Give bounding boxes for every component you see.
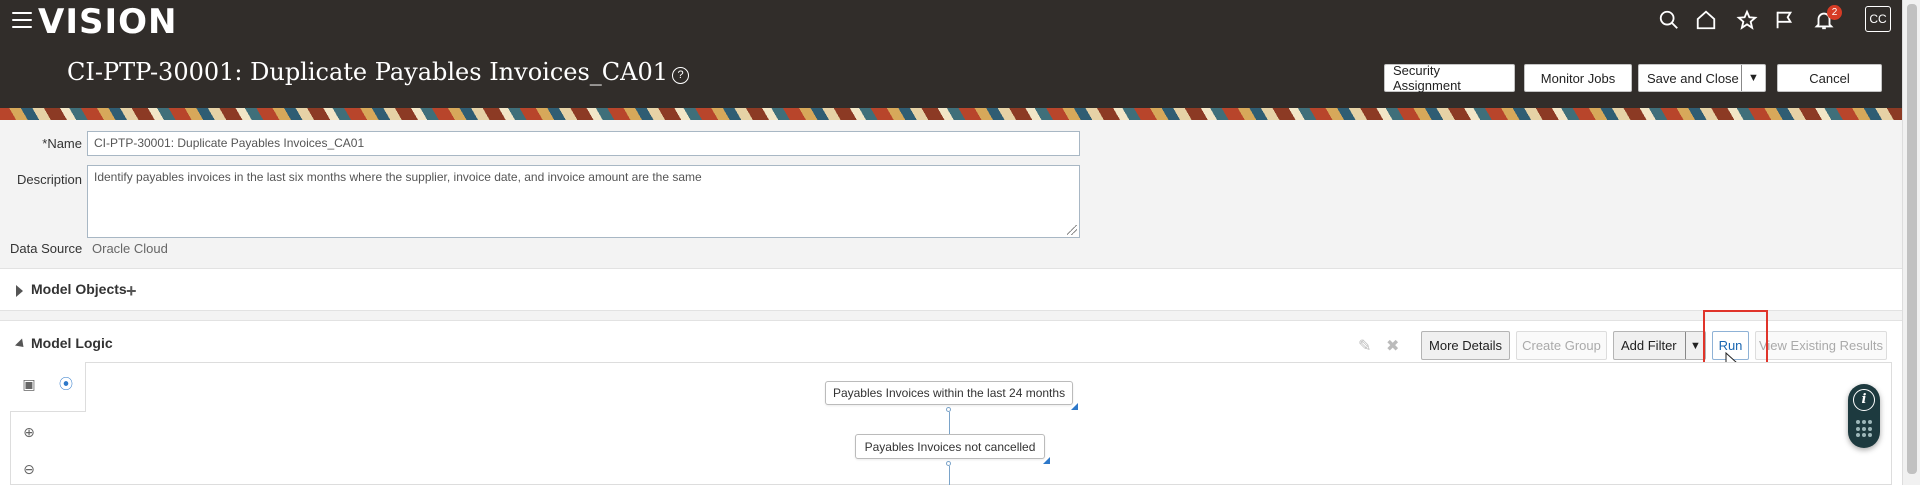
chevron-down-icon[interactable]: ▼ <box>1741 65 1765 91</box>
info-widget[interactable]: i <box>1848 384 1880 448</box>
canvas-toolbar: ▣ ⦿ <box>10 362 86 412</box>
view-existing-results-button[interactable]: View Existing Results <box>1755 331 1887 360</box>
chevron-down-icon[interactable]: ▼ <box>1685 332 1705 359</box>
resize-handle-icon[interactable] <box>1067 225 1077 235</box>
name-label-text: Name <box>47 136 82 151</box>
cancel-button[interactable]: Cancel <box>1777 64 1882 92</box>
node-corner-marker <box>1043 457 1050 464</box>
apps-grid-icon[interactable] <box>1856 420 1872 438</box>
save-and-close-split-button[interactable]: Save and Close ▼ <box>1638 64 1766 92</box>
monitor-jobs-button[interactable]: Monitor Jobs <box>1524 64 1632 92</box>
description-label: Description <box>16 172 82 187</box>
more-details-button[interactable]: More Details <box>1421 331 1510 360</box>
collapse-icon[interactable] <box>14 338 28 351</box>
delete-x-icon[interactable]: ✖ <box>1386 336 1399 356</box>
page: VISION 2 CC CI-PTP-30001: Duplicate Paya… <box>0 0 1920 485</box>
filter-node[interactable]: Payables Invoices not cancelled <box>855 434 1050 464</box>
data-source-value: Oracle Cloud <box>92 241 168 256</box>
save-and-close-label[interactable]: Save and Close <box>1639 71 1739 86</box>
data-source-label: Data Source <box>10 241 83 256</box>
bell-icon[interactable]: 2 <box>1812 5 1842 32</box>
help-icon[interactable]: ? <box>672 67 689 84</box>
security-assignment-button[interactable]: Security Assignment <box>1384 63 1515 93</box>
zoom-out-icon[interactable]: ⊖ <box>20 460 38 478</box>
app-logo[interactable]: VISION <box>38 2 177 42</box>
header-bar: VISION 2 CC CI-PTP-30001: Duplicate Paya… <box>0 0 1902 120</box>
node-connector <box>949 466 950 485</box>
add-filter-label[interactable]: Add Filter <box>1614 338 1677 353</box>
search-icon[interactable] <box>1657 8 1681 32</box>
node-label: Payables Invoices not cancelled <box>864 439 1036 454</box>
home-icon[interactable] <box>1694 8 1718 32</box>
zoom-in-icon[interactable]: ⊕ <box>20 423 38 441</box>
node-connector <box>949 412 950 434</box>
info-icon[interactable]: i <box>1853 389 1875 411</box>
flag-icon[interactable] <box>1772 8 1796 32</box>
name-label: *Name <box>30 136 82 151</box>
notification-badge: 2 <box>1827 5 1842 20</box>
create-group-button[interactable]: Create Group <box>1516 331 1607 360</box>
add-filter-split-button[interactable]: Add Filter ▼ <box>1613 331 1706 360</box>
model-logic-title[interactable]: Model Logic <box>31 335 113 351</box>
page-title: CI-PTP-30001: Duplicate Payables Invoice… <box>67 58 669 86</box>
vertical-scrollbar[interactable] <box>1902 0 1920 485</box>
node-label: Payables Invoices within the last 24 mon… <box>832 386 1066 400</box>
description-text: Identify payables invoices in the last s… <box>94 170 702 184</box>
user-avatar[interactable]: CC <box>1865 6 1891 32</box>
star-icon[interactable] <box>1735 8 1759 32</box>
expand-icon[interactable] <box>16 285 23 297</box>
model-objects-section: Model Objects <box>0 268 1902 311</box>
model-objects-title[interactable]: Model Objects <box>31 281 127 297</box>
edit-pencil-icon[interactable]: ✎ <box>1358 336 1371 356</box>
decorative-banner <box>0 108 1902 120</box>
filter-node[interactable]: Payables Invoices within the last 24 mon… <box>825 381 1078 410</box>
fit-to-screen-icon[interactable]: ▣ <box>20 375 38 393</box>
add-object-icon[interactable]: + <box>126 281 137 302</box>
scrollbar-thumb[interactable] <box>1907 4 1917 474</box>
compass-icon[interactable]: ⦿ <box>57 375 75 393</box>
menu-icon[interactable] <box>12 12 32 28</box>
name-field[interactable]: CI-PTP-30001: Duplicate Payables Invoice… <box>87 131 1080 156</box>
node-corner-marker <box>1071 403 1078 410</box>
description-field[interactable]: Identify payables invoices in the last s… <box>87 165 1080 238</box>
